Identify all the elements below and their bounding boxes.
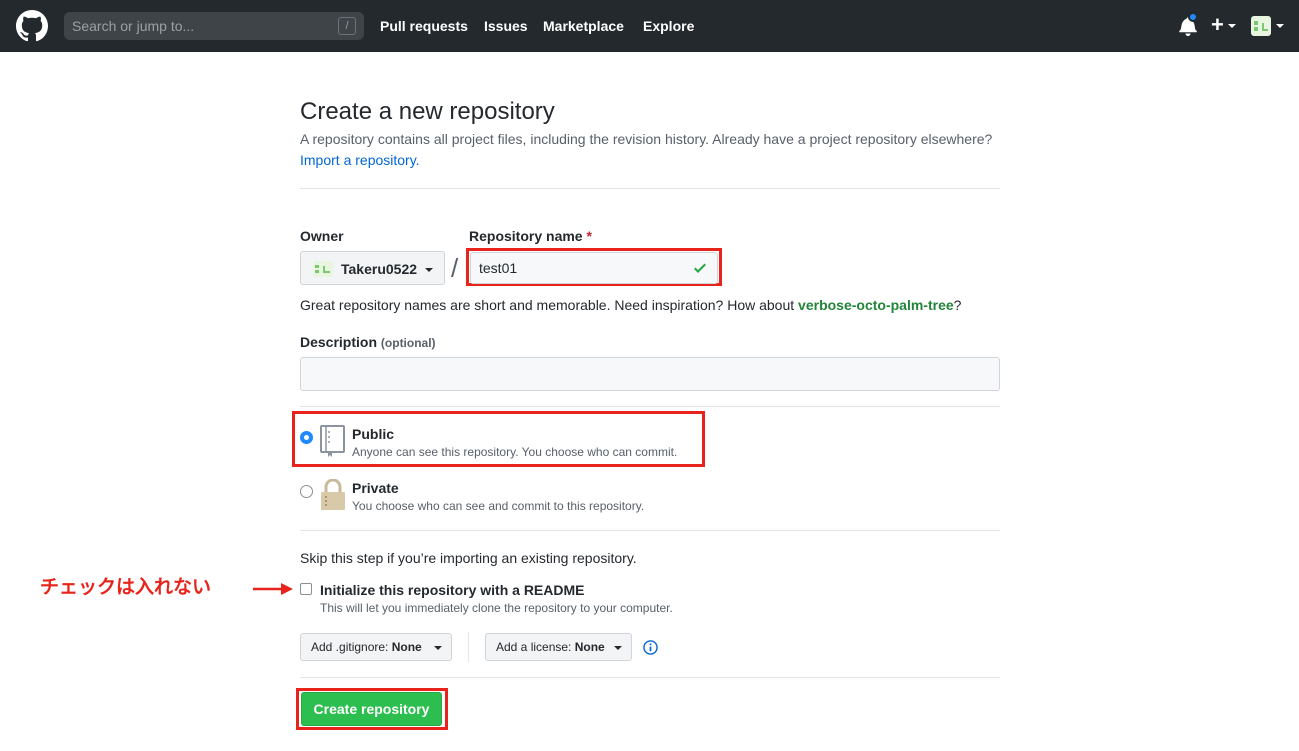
top-navigation-bar: / Pull requests Issues Marketplace Explo… xyxy=(0,0,1299,52)
description-label-text: Description xyxy=(300,334,378,350)
description-input[interactable] xyxy=(300,357,1000,391)
annotation-arrow-icon xyxy=(253,583,293,595)
public-option-title: Public xyxy=(352,426,395,442)
owner-avatar xyxy=(313,261,333,277)
plus-caret-icon xyxy=(1228,24,1236,28)
divider xyxy=(300,677,1000,678)
repository-name-input[interactable] xyxy=(470,252,718,284)
name-suggestion-link[interactable]: verbose-octo-palm-tree xyxy=(798,297,954,313)
avatar-caret-icon xyxy=(1276,24,1284,28)
repo-name-label: Repository name * xyxy=(469,227,592,245)
private-option-title: Private xyxy=(352,480,399,496)
license-value: None xyxy=(574,640,605,654)
user-avatar[interactable] xyxy=(1251,16,1271,36)
create-repository-button[interactable]: Create repository xyxy=(301,692,442,726)
owner-identicon-icon xyxy=(315,265,330,273)
info-icon[interactable] xyxy=(643,640,658,655)
search-box[interactable]: / xyxy=(64,12,364,40)
hint-text: Great repository names are short and mem… xyxy=(300,297,795,313)
owner-caret-icon xyxy=(425,268,433,272)
divider xyxy=(300,188,1000,189)
slash-shortcut-hint: / xyxy=(338,17,356,35)
license-caret-icon xyxy=(614,646,622,650)
annotation-note: チェックは入れない xyxy=(40,577,212,598)
private-option-desc: You choose who can see and commit to thi… xyxy=(352,499,645,513)
gitignore-caret-icon xyxy=(434,646,442,650)
license-prefix: Add a license: xyxy=(496,640,572,654)
public-radio[interactable] xyxy=(300,431,313,444)
vertical-separator xyxy=(468,632,469,662)
gitignore-prefix: Add .gitignore: xyxy=(311,640,389,654)
public-repo-book-icon xyxy=(320,425,345,457)
required-mark: * xyxy=(586,228,592,244)
page-subtitle: A repository contains all project files,… xyxy=(300,129,1000,171)
owner-label: Owner xyxy=(300,228,344,244)
hint-end: ? xyxy=(953,297,962,313)
subtitle-text: A repository contains all project files,… xyxy=(300,131,993,147)
search-input[interactable] xyxy=(64,12,334,40)
nav-pull-requests[interactable]: Pull requests xyxy=(380,17,468,35)
readme-option-title: Initialize this repository with a README xyxy=(320,582,585,598)
owner-name: Takeru0522 xyxy=(341,261,418,277)
github-logo-icon[interactable] xyxy=(16,10,48,42)
gitignore-value: None xyxy=(391,640,422,654)
optional-tag: (optional) xyxy=(380,336,436,350)
import-repository-link[interactable]: Import a repository. xyxy=(300,152,420,168)
repo-name-label-text: Repository name xyxy=(469,228,583,244)
nav-marketplace[interactable]: Marketplace xyxy=(543,17,624,35)
public-option-desc: Anyone can see this repository. You choo… xyxy=(352,445,678,459)
skip-step-text: Skip this step if you’re importing an ex… xyxy=(300,550,637,566)
divider xyxy=(300,530,1000,531)
create-new-plus-icon[interactable]: + xyxy=(1211,14,1224,36)
nav-explore[interactable]: Explore xyxy=(643,17,694,35)
avatar-identicon-icon xyxy=(1254,21,1268,31)
nav-issues[interactable]: Issues xyxy=(484,17,528,35)
owner-repo-separator: / xyxy=(451,253,459,283)
page-title: Create a new repository xyxy=(300,98,555,125)
description-label: Description (optional) xyxy=(300,333,436,352)
unread-indicator xyxy=(1188,12,1198,22)
add-license-dropdown[interactable]: Add a license: None xyxy=(485,633,632,661)
add-gitignore-dropdown[interactable]: Add .gitignore: None xyxy=(300,633,452,661)
divider xyxy=(300,406,1000,407)
readme-option-desc: This will let you immediately clone the … xyxy=(320,601,673,615)
valid-check-icon xyxy=(694,263,706,273)
owner-select[interactable]: Takeru0522 xyxy=(300,251,445,285)
private-repo-lock-icon xyxy=(321,479,345,510)
readme-checkbox[interactable] xyxy=(300,583,312,595)
repo-name-hint: Great repository names are short and mem… xyxy=(300,296,961,314)
private-radio[interactable] xyxy=(300,485,313,498)
